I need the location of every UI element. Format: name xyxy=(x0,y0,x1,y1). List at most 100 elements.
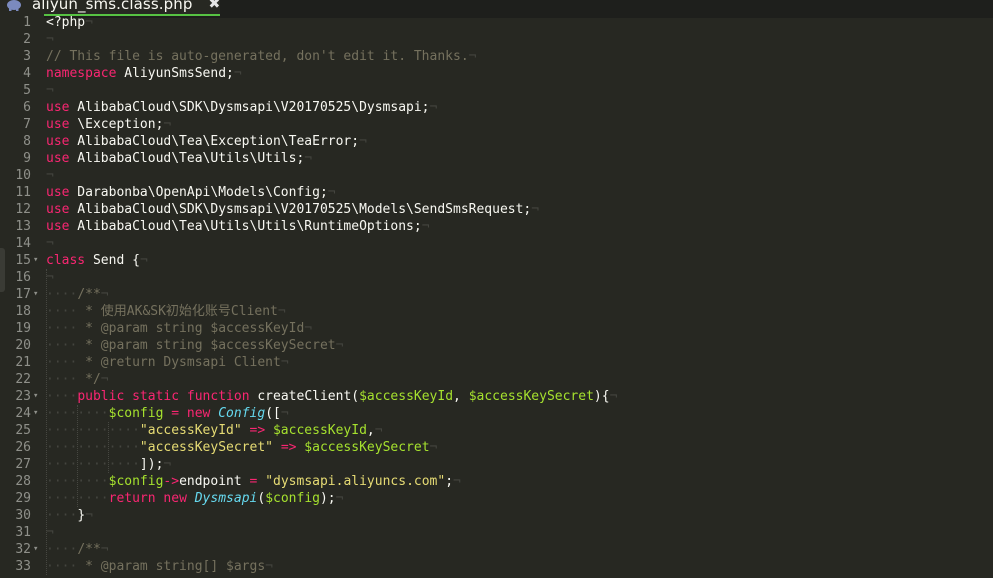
code-token: /** xyxy=(77,542,101,557)
code-token: /** xyxy=(77,287,101,302)
line-number: 6 xyxy=(23,100,31,115)
fold-arrow-icon[interactable]: ▾ xyxy=(33,286,43,303)
line-number: 18 xyxy=(15,304,31,319)
code-token: class xyxy=(46,253,86,268)
line-number: 25 xyxy=(15,423,31,438)
code-line: ···· * @param string $accessKeySecret¬ xyxy=(46,337,343,354)
close-icon[interactable]: ✖ xyxy=(208,0,220,12)
line-number-gutter: 1 2 3 4 5 6 7 8 9 10 11 12 13 14 15 ▾ 16 17 ▾ 18 19 20 21 22 23 ▾… xyxy=(0,12,44,578)
code-line: ············"accessKeySecret" => $access… xyxy=(46,439,437,456)
code-token: ([ xyxy=(265,406,281,421)
code-token: "dysmsapi.aliyuncs.com" xyxy=(265,474,446,489)
code-token: ); xyxy=(319,491,336,506)
newline-marker: ¬ xyxy=(280,355,289,370)
code-token: <?php xyxy=(46,15,86,30)
code-line: ···· * @param string $accessKeyId¬ xyxy=(46,320,312,337)
code-token: Dysmsapi xyxy=(194,491,258,506)
code-token: AlibabaCloud\Tea\Utils\Utils\RuntimeOpti… xyxy=(69,219,422,234)
code-token: AlibabaCloud\SDK\Dysmsapi\V20170525\Dysm… xyxy=(69,100,430,115)
line-number: 30 xyxy=(15,508,31,523)
code-token: Darabonba\OpenApi\Models\Config; xyxy=(69,185,328,200)
code-token: use xyxy=(46,219,70,234)
code-line: ········$config->endpoint = "dysmsapi.al… xyxy=(46,473,461,490)
newline-marker: ¬ xyxy=(233,66,242,81)
code-token: Config xyxy=(218,406,266,421)
code-line: ····/**¬ xyxy=(46,541,109,558)
code-token: use xyxy=(46,185,70,200)
code-line: ¬ xyxy=(46,167,54,184)
code-line: use AlibabaCloud\Tea\Utils\Utils\Runtime… xyxy=(46,218,430,235)
code-line: <?php¬ xyxy=(46,14,93,31)
line-number: 1 xyxy=(23,15,31,30)
code-line: ¬ xyxy=(46,235,54,252)
indent-whitespace: ···· xyxy=(46,508,78,523)
code-token: "accessKeySecret" xyxy=(139,440,273,455)
newline-marker: ¬ xyxy=(163,117,172,132)
code-token: } xyxy=(77,508,86,523)
fold-arrow-icon[interactable]: ▾ xyxy=(33,388,43,405)
newline-marker: ¬ xyxy=(304,151,313,166)
line-number: 11 xyxy=(15,185,31,200)
code-line: ············"accessKeyId" => $accessKeyI… xyxy=(46,422,383,439)
line-number: 21 xyxy=(15,355,31,370)
code-token: => xyxy=(280,440,297,455)
line-number: 8 xyxy=(23,134,31,149)
code-line: ¬ xyxy=(46,31,54,48)
code-token: endpoint xyxy=(179,474,250,489)
newline-marker: ¬ xyxy=(421,219,430,234)
code-line: ········return new Dysmsapi($config);¬ xyxy=(46,490,343,507)
newline-marker: ¬ xyxy=(100,372,109,387)
line-number: 26 xyxy=(15,440,31,455)
code-token: createClient( xyxy=(249,389,360,404)
fold-arrow-icon[interactable]: ▾ xyxy=(33,541,43,558)
line-number: 23 xyxy=(15,389,31,404)
code-token: * @param string $accessKeyId xyxy=(77,321,305,336)
code-line: // This file is auto-generated, don't ed… xyxy=(46,48,476,65)
line-number: 27 xyxy=(15,457,31,472)
newline-marker: ¬ xyxy=(46,236,54,251)
code-token: $accessKeySecret xyxy=(304,440,430,455)
line-number: 31 xyxy=(15,525,31,540)
code-token: AlibabaCloud\Tea\Utils\Utils; xyxy=(69,151,305,166)
code-line: use \Exception;¬ xyxy=(46,116,171,133)
indent-whitespace: ···· xyxy=(46,389,78,404)
code-token: * 使用AK&SK初始化账号Client xyxy=(77,304,278,319)
line-number: 28 xyxy=(15,474,31,489)
code-line: ···· * 使用AK&SK初始化账号Client¬ xyxy=(46,303,286,320)
code-line: ¬ xyxy=(46,82,54,99)
newline-marker: ¬ xyxy=(46,32,54,47)
newline-marker: ¬ xyxy=(277,304,286,319)
newline-marker: ¬ xyxy=(335,338,344,353)
newline-marker: ¬ xyxy=(46,168,54,183)
line-number: 32 xyxy=(15,542,31,557)
code-token: static xyxy=(132,389,180,404)
indent-whitespace: ···· xyxy=(46,372,78,387)
code-token: use xyxy=(46,202,70,217)
code-token: $accessKeySecret xyxy=(468,389,594,404)
fold-arrow-icon[interactable]: ▾ xyxy=(33,252,43,269)
code-token: Send { xyxy=(85,253,140,268)
code-area[interactable]: <?php¬ ¬// This file is auto-generated, d… xyxy=(46,12,993,578)
indent-whitespace: ···· xyxy=(46,338,78,353)
newline-marker: ¬ xyxy=(429,100,438,115)
newline-marker: ¬ xyxy=(139,253,148,268)
newline-marker: ¬ xyxy=(327,185,336,200)
code-token: use xyxy=(46,134,70,149)
code-token: use xyxy=(46,151,70,166)
code-token: $config xyxy=(108,406,164,421)
line-number: 24 xyxy=(15,406,31,421)
indent-whitespace: ············ xyxy=(46,457,140,472)
fold-arrow-icon[interactable]: ▾ xyxy=(33,405,43,422)
code-token: $config xyxy=(265,491,320,506)
code-token: return xyxy=(108,491,156,506)
indent-whitespace: ···· xyxy=(46,287,78,302)
code-token: AlibabaCloud\SDK\Dysmsapi\V20170525\Mode… xyxy=(69,202,532,217)
line-number: 3 xyxy=(23,49,31,64)
code-token: new xyxy=(186,406,211,421)
side-panel-handle[interactable] xyxy=(0,248,5,292)
newline-marker: ¬ xyxy=(429,440,438,455)
code-editor[interactable]: 1 2 3 4 5 6 7 8 9 10 11 12 13 14 15 ▾ 16 17 ▾ 18 19 20 21 22 23 ▾… xyxy=(0,12,993,578)
